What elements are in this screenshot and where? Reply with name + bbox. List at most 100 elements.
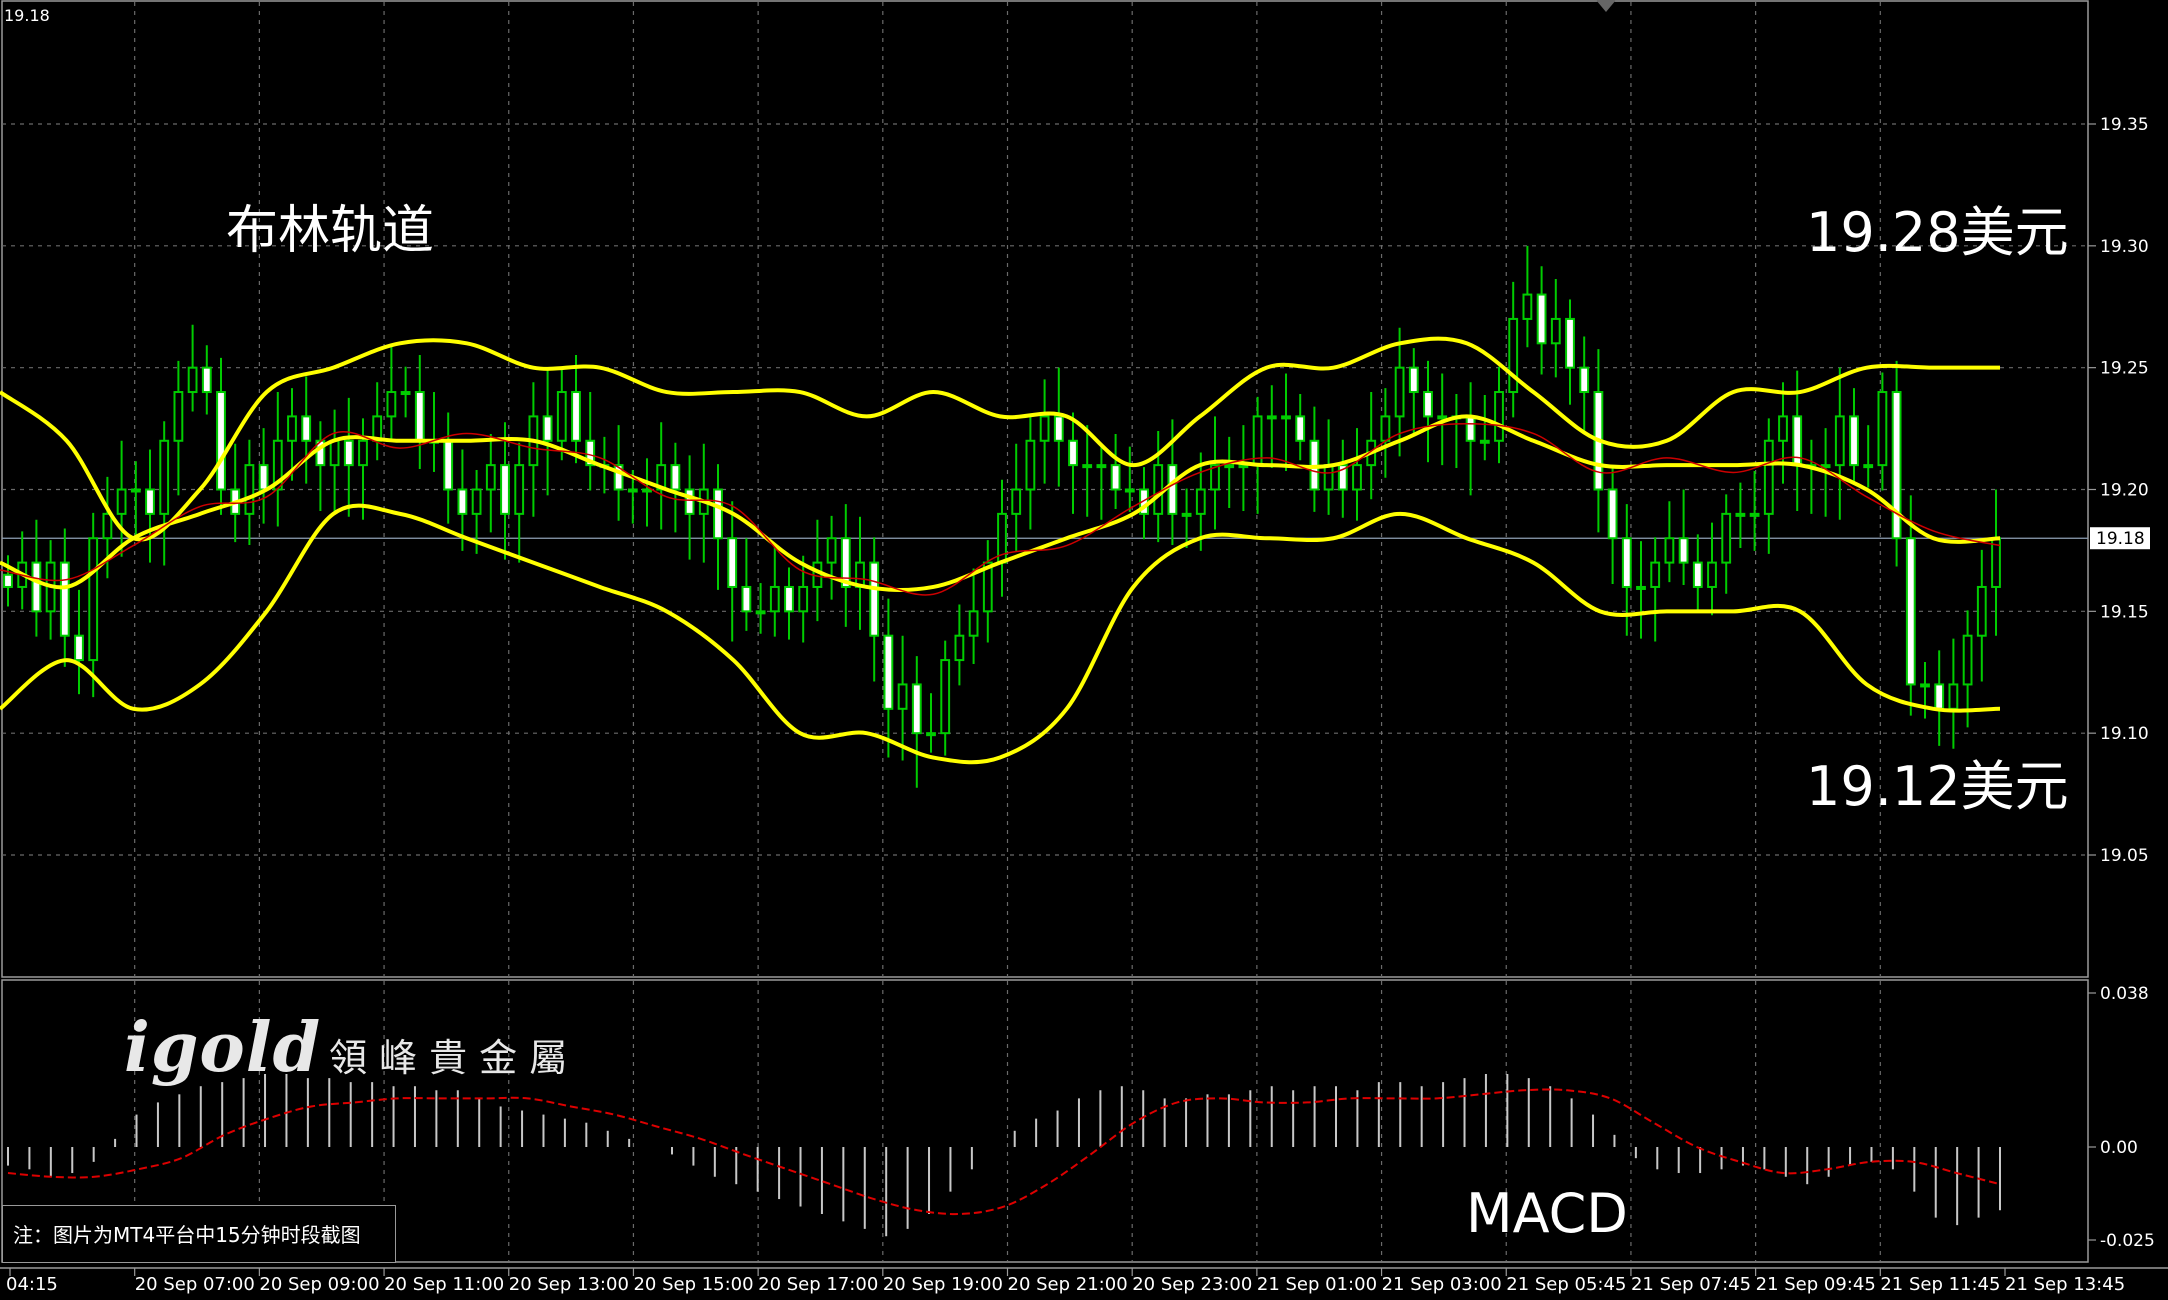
- candle-body-up: [769, 585, 780, 613]
- candle-body-down: [1068, 439, 1078, 467]
- time-tick-label: 20 Sep 19:00: [883, 1274, 1003, 1295]
- time-tick-label: 04:15: [6, 1274, 58, 1295]
- candle-body-up: [173, 391, 184, 442]
- candle-body-up: [1778, 415, 1788, 442]
- macd-tick-label: 0.00: [2100, 1138, 2138, 1158]
- candle-body-up: [1437, 415, 1448, 420]
- candle-body-down: [1934, 683, 1945, 710]
- candle-body-down: [1465, 415, 1476, 442]
- candle-body-up: [755, 610, 766, 615]
- price-tick-label: 19.10: [2100, 724, 2149, 744]
- candle-body-down: [713, 488, 723, 540]
- candle-body-up: [358, 439, 368, 467]
- candle-body-up: [926, 732, 936, 737]
- time-tick-label: 21 Sep 07:45: [1631, 1274, 1751, 1295]
- candle-body-up: [798, 585, 809, 613]
- candle-body-up: [1352, 464, 1362, 491]
- candle-body-up: [1664, 537, 1675, 564]
- candle-body-up: [400, 391, 411, 396]
- logo-main-text: igold: [124, 1008, 322, 1088]
- chart-shift-marker[interactable]: [1596, 0, 1616, 12]
- candle-body-down: [1579, 366, 1590, 394]
- candle-body-up: [514, 464, 525, 515]
- candle-body-down: [1423, 391, 1433, 418]
- candle-body-up: [471, 488, 482, 515]
- candle-body-down: [74, 634, 84, 662]
- candle-body-up: [1323, 464, 1334, 491]
- candle-body-down: [869, 561, 880, 637]
- candle-body-down: [59, 561, 70, 637]
- candle-body-up: [1011, 488, 1022, 515]
- candle-body-up: [1636, 585, 1646, 590]
- candle-body-down: [1536, 293, 1547, 345]
- candle-body-up: [1025, 439, 1036, 491]
- candle-body-up: [1380, 415, 1391, 442]
- candle-body-down: [1607, 488, 1618, 540]
- current-price-label: 19.18: [2096, 529, 2145, 549]
- candle-body-down: [1295, 415, 1306, 442]
- candle-body-up: [1721, 512, 1732, 564]
- candle-body-up: [627, 488, 638, 493]
- candle-body-up: [1863, 464, 1874, 469]
- candle-body-down: [145, 488, 155, 515]
- logo-chinese-text: 領峰貴金屬: [329, 1036, 580, 1080]
- candle-body-up: [1735, 512, 1746, 517]
- candle-body-up: [386, 391, 397, 418]
- candle-body-up: [954, 634, 965, 662]
- candle-body-up: [826, 537, 837, 564]
- candle-body-down: [414, 391, 425, 442]
- candle-body-down: [301, 415, 312, 442]
- candle-body-up: [1550, 317, 1561, 345]
- candle-body-down: [500, 464, 510, 515]
- candle-body-up: [1479, 439, 1490, 444]
- candle-body-up: [1082, 464, 1093, 469]
- candle-body-up: [1948, 683, 1959, 710]
- candle-body-up: [1181, 512, 1192, 517]
- candle-body-down: [1053, 415, 1064, 442]
- candle-body-up: [1266, 415, 1277, 420]
- candle-body-down: [201, 366, 212, 394]
- time-tick-label: 20 Sep 17:00: [758, 1274, 878, 1295]
- macd-tick-label: -0.025: [2100, 1231, 2155, 1251]
- candle-body-up: [1763, 439, 1774, 515]
- macd-tick-label: 0.038: [2100, 984, 2149, 1004]
- candle-body-down: [443, 439, 454, 491]
- candle-body-down: [216, 391, 226, 491]
- candle-body-down: [684, 488, 695, 515]
- bollinger-title: 布林轨道: [226, 201, 435, 261]
- candle-body-down: [1167, 464, 1178, 515]
- candle-body-up: [130, 488, 141, 493]
- price-tick-label: 19.35: [2100, 115, 2149, 135]
- candle-body-up: [329, 439, 340, 467]
- candle-body-down: [1565, 317, 1575, 369]
- candle-body-down: [1110, 464, 1121, 491]
- candle-body-up: [485, 464, 496, 491]
- candle-body-up: [940, 659, 951, 735]
- candle-body-up: [187, 366, 198, 394]
- candle-body-up: [1039, 415, 1050, 442]
- candle-body-up: [1877, 391, 1888, 467]
- candle-body-down: [1678, 537, 1689, 564]
- time-tick-label: 21 Sep 09:45: [1756, 1274, 1876, 1295]
- candle-body-down: [3, 573, 13, 588]
- candle-body-up: [1522, 293, 1533, 320]
- annotation-low-price: 19.12美元: [1806, 755, 2069, 818]
- candle-body-up: [1195, 488, 1206, 515]
- candle-body-down: [258, 464, 269, 491]
- candle-body-up: [287, 415, 297, 442]
- top-left-price-label: 19.18: [4, 6, 50, 25]
- time-tick-label: 20 Sep 21:00: [1008, 1274, 1128, 1295]
- candle-body-up: [1749, 512, 1760, 517]
- candle-body-up: [1224, 464, 1235, 469]
- candle-body-down: [670, 464, 681, 491]
- candle-body-up: [1707, 561, 1717, 588]
- candle-body-up: [1096, 464, 1107, 469]
- candle-body-up: [1920, 683, 1930, 688]
- candle-body-up: [1834, 415, 1845, 467]
- candle-body-up: [897, 683, 908, 710]
- candle-body-up: [159, 439, 170, 515]
- price-tick-label: 19.05: [2100, 846, 2149, 866]
- candle-body-down: [571, 391, 581, 442]
- price-tick-label: 19.25: [2100, 359, 2149, 379]
- candle-body-up: [1394, 366, 1405, 418]
